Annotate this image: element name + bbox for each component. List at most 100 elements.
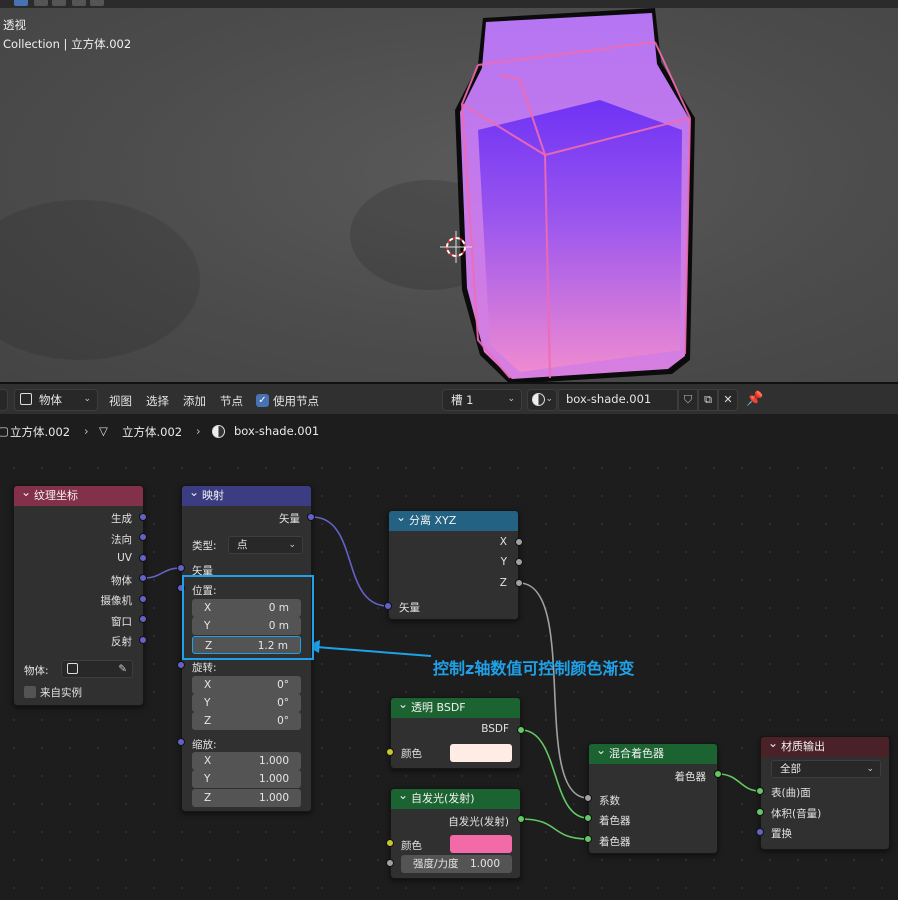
slot-dropdown[interactable]: 槽 1 ⌄ <box>442 389 522 411</box>
object-mode-icon <box>20 393 32 405</box>
socket-factor-input[interactable] <box>584 794 592 802</box>
strength-field[interactable]: 强度/力度 1.000 <box>401 855 512 873</box>
vector-input-label: 矢量 <box>399 602 420 614</box>
factor-label: 系数 <box>599 795 620 807</box>
menu-select[interactable]: 选择 <box>146 391 169 411</box>
output-y: Y <box>500 556 507 568</box>
object-icon <box>67 663 78 674</box>
node-title[interactable]: 透明 BSDF <box>391 694 520 718</box>
rotation-x-field[interactable]: X 0° <box>192 676 301 694</box>
socket-normal[interactable] <box>139 533 147 541</box>
socket-surface-input[interactable] <box>756 787 764 795</box>
breadcrumb-material[interactable]: box-shade.001 <box>234 424 319 438</box>
separate-xyz-node[interactable]: 分离 XYZ X Y Z 矢量 <box>388 507 519 620</box>
rotation-y-field[interactable]: Y 0° <box>192 694 301 712</box>
rotation-z-field[interactable]: Z 0° <box>192 712 301 730</box>
breadcrumb-object[interactable]: 立方体.002 <box>10 424 70 440</box>
editor-type-dropdown[interactable] <box>0 389 8 411</box>
transparent-bsdf-node[interactable]: 透明 BSDF BSDF 颜色 <box>390 694 521 769</box>
shader-input-1-label: 着色器 <box>599 815 631 827</box>
pin-icon[interactable]: 📌 <box>746 389 763 409</box>
type-label: 类型: <box>192 540 217 552</box>
socket-emission-color-input[interactable] <box>386 839 394 847</box>
material-output-node[interactable]: 材质输出 全部 ⌄ 表(曲)面 体积(音量) 置换 <box>760 733 890 850</box>
duplicate-material-icon[interactable]: ⧉ <box>698 389 718 411</box>
node-title[interactable]: 自发光(发射) <box>391 785 520 809</box>
socket-volume-input[interactable] <box>756 808 764 816</box>
node-title[interactable]: 纹理坐标 <box>14 482 143 506</box>
socket-reflection[interactable] <box>139 636 147 644</box>
output-shader: 着色器 <box>674 771 707 783</box>
scale-y-field[interactable]: Y 1.000 <box>192 770 301 788</box>
socket-bsdf-output[interactable] <box>517 726 525 734</box>
scale-x-field[interactable]: X 1.000 <box>192 752 301 770</box>
socket-color-input[interactable] <box>386 748 394 756</box>
socket-separate-vector-input[interactable] <box>384 602 392 610</box>
output-vector: 矢量 <box>279 513 300 525</box>
unlink-material-close-icon[interactable]: ✕ <box>718 389 738 411</box>
socket-x-output[interactable] <box>515 538 523 546</box>
socket-generated[interactable] <box>139 513 147 521</box>
menu-node[interactable]: 节点 <box>220 391 243 411</box>
fake-user-shield-icon[interactable]: ⛉ <box>678 389 698 411</box>
socket-uv[interactable] <box>139 554 147 562</box>
eyedropper-icon[interactable]: ✎ <box>118 661 127 677</box>
material-name-field[interactable]: box-shade.001 <box>558 389 678 411</box>
node-title[interactable]: 分离 XYZ <box>389 507 518 531</box>
object-mode-dropdown[interactable]: 物体 ⌄ <box>14 389 98 411</box>
from-instancer-checkbox[interactable] <box>24 686 36 698</box>
object-icon: ▢ <box>0 424 9 438</box>
socket-strength-input[interactable] <box>386 859 394 867</box>
chevron-right-icon: › <box>196 424 201 438</box>
socket-displacement-input[interactable] <box>756 828 764 836</box>
socket-shader2-input[interactable] <box>584 835 592 843</box>
annotation-text: 控制z轴数值可控制颜色渐变 <box>433 659 635 678</box>
socket-object[interactable] <box>139 574 147 582</box>
socket-scale-input[interactable] <box>177 738 185 746</box>
material-sphere-icon <box>532 393 545 406</box>
output-window: 窗口 <box>111 616 132 628</box>
emission-color-swatch[interactable] <box>450 835 512 853</box>
object-picker-field[interactable]: ✎ <box>61 660 133 678</box>
socket-camera[interactable] <box>139 595 147 603</box>
mix-shader-node[interactable]: 混合着色器 着色器 系数 着色器 着色器 <box>588 740 718 854</box>
menu-add[interactable]: 添加 <box>183 391 206 411</box>
mode-label: 物体 <box>39 393 62 407</box>
socket-emission-output[interactable] <box>517 815 525 823</box>
socket-mapping-vector-input[interactable] <box>177 564 185 572</box>
displacement-label: 置换 <box>771 828 792 840</box>
emission-node[interactable]: 自发光(发射) 自发光(发射) 颜色 强度/力度1.000 <box>390 785 521 879</box>
output-camera: 摄像机 <box>100 595 133 607</box>
mesh-icon: ▽ <box>99 424 108 438</box>
use-nodes-checkbox[interactable]: ✓ <box>256 394 269 407</box>
rotation-label: 旋转: <box>192 662 217 674</box>
node-title[interactable]: 映射 <box>182 482 311 506</box>
material-browse-button[interactable]: ⌄ <box>527 389 557 411</box>
scale-z-field[interactable]: Z 1.000 <box>192 789 301 807</box>
socket-mapping-output[interactable] <box>307 513 315 521</box>
menu-view[interactable]: 视图 <box>109 391 132 411</box>
render-target-dropdown[interactable]: 全部 ⌄ <box>771 760 881 778</box>
milk-carton-model[interactable] <box>0 0 898 382</box>
chevron-down-icon: ⌄ <box>83 394 91 404</box>
socket-rotation-input[interactable] <box>177 661 185 669</box>
breadcrumb-mesh[interactable]: 立方体.002 <box>122 424 182 440</box>
socket-mix-output[interactable] <box>714 770 722 778</box>
mapping-type-dropdown[interactable]: 点 ⌄ <box>228 536 303 554</box>
socket-shader1-input[interactable] <box>584 814 592 822</box>
chevron-right-icon: › <box>84 424 89 438</box>
color-label: 颜色 <box>401 748 422 760</box>
socket-y-output[interactable] <box>515 558 523 566</box>
transparent-color-swatch[interactable] <box>450 744 512 762</box>
socket-window[interactable] <box>139 615 147 623</box>
socket-z-output[interactable] <box>515 579 523 587</box>
node-title[interactable]: 混合着色器 <box>589 740 717 764</box>
volume-label: 体积(音量) <box>771 808 822 820</box>
node-title[interactable]: 材质输出 <box>761 733 889 757</box>
3d-viewport[interactable]: 透视 Collection | 立方体.002 <box>0 0 898 382</box>
output-z: Z <box>499 577 507 589</box>
texture-coordinate-node[interactable]: 纹理坐标 生成 法向 UV 物体 摄像机 窗口 反射 物体: ✎ 来自实例 <box>13 482 144 706</box>
scale-label: 缩放: <box>192 739 217 751</box>
shader-input-2-label: 着色器 <box>599 836 631 848</box>
output-uv: UV <box>117 552 132 564</box>
